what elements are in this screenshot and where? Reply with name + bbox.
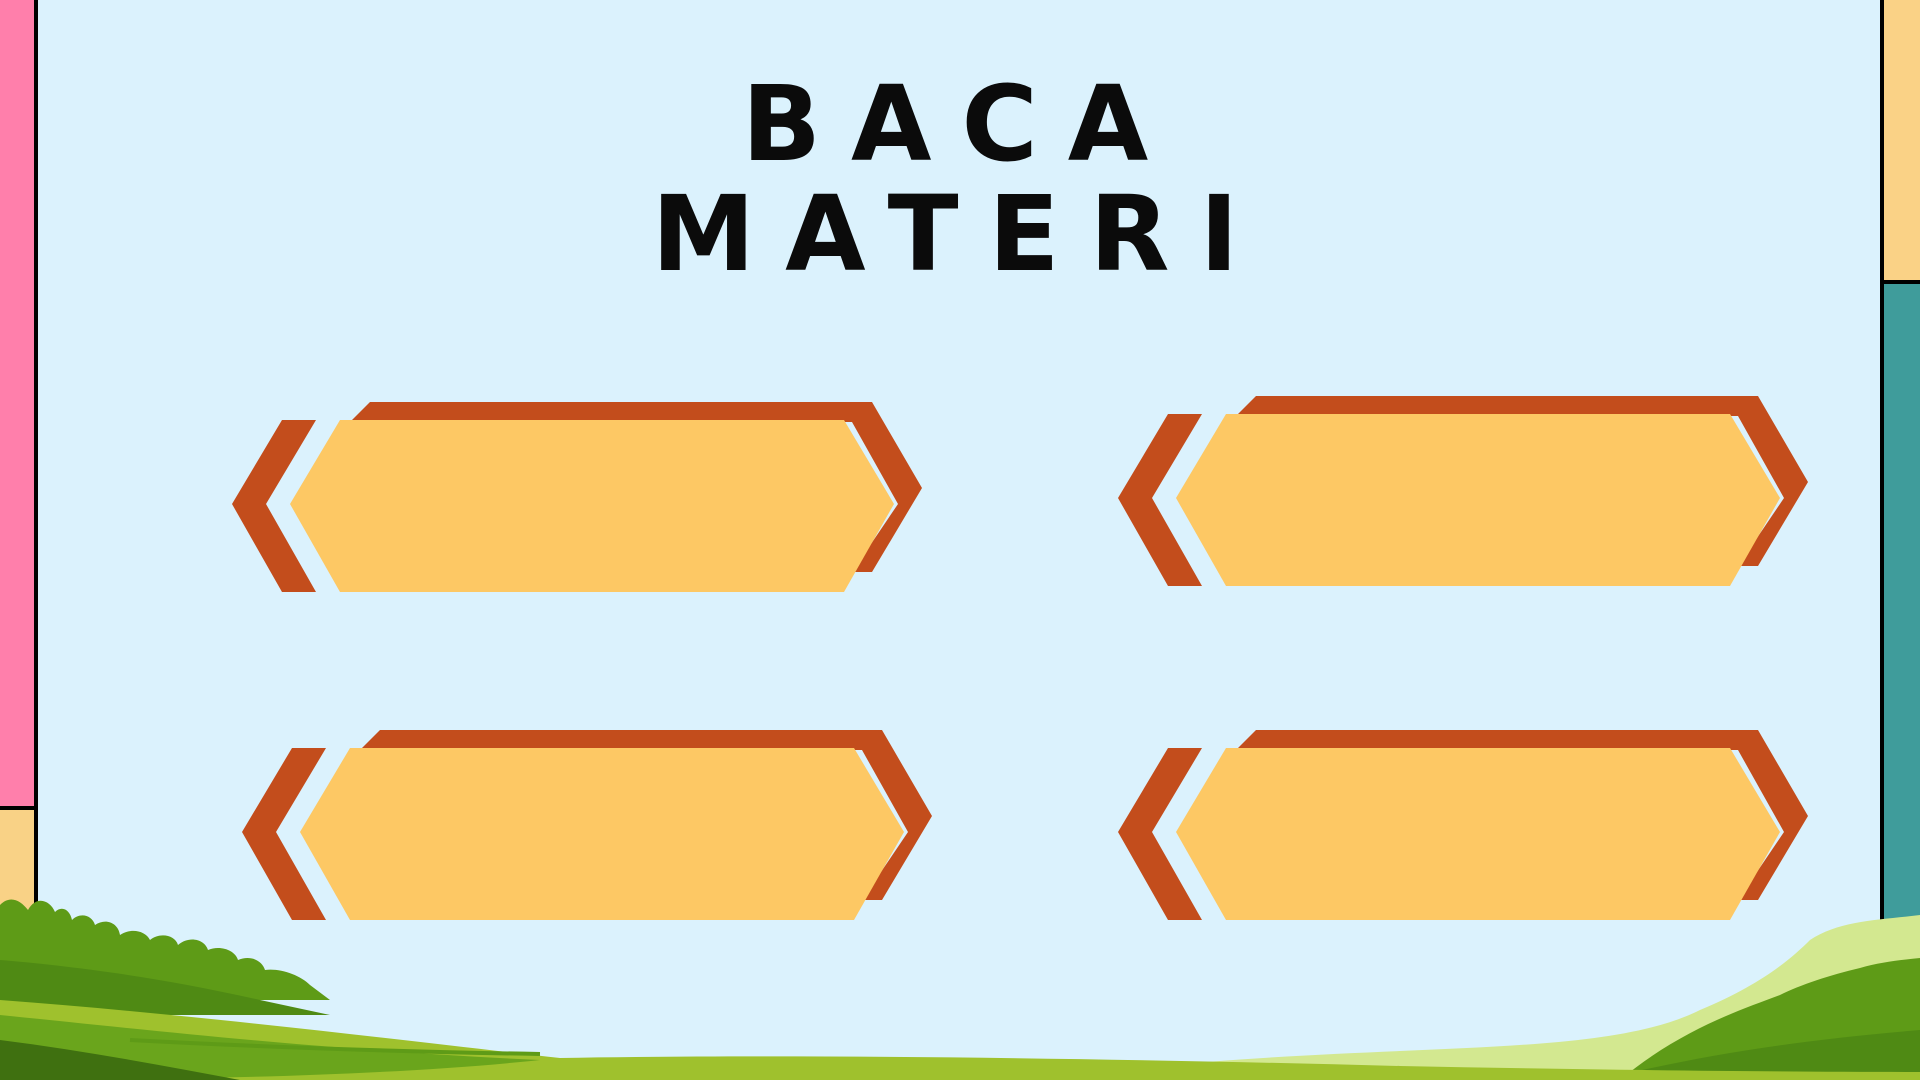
banner-shape xyxy=(242,730,932,920)
page-title-line-2: MATERI xyxy=(651,173,1269,295)
page-title-line-1: BACA xyxy=(741,63,1179,185)
banner-shape xyxy=(1118,396,1808,586)
materi-banner-2[interactable] xyxy=(1118,394,1818,594)
banner-shape xyxy=(1118,730,1808,920)
banner-shape xyxy=(232,402,922,592)
right-strip-teal xyxy=(1880,284,1920,1080)
materi-banner-3[interactable] xyxy=(242,728,942,928)
materi-banner-4[interactable] xyxy=(1118,728,1818,928)
left-strip-cream xyxy=(0,810,38,1080)
materi-banner-1[interactable] xyxy=(232,400,932,600)
